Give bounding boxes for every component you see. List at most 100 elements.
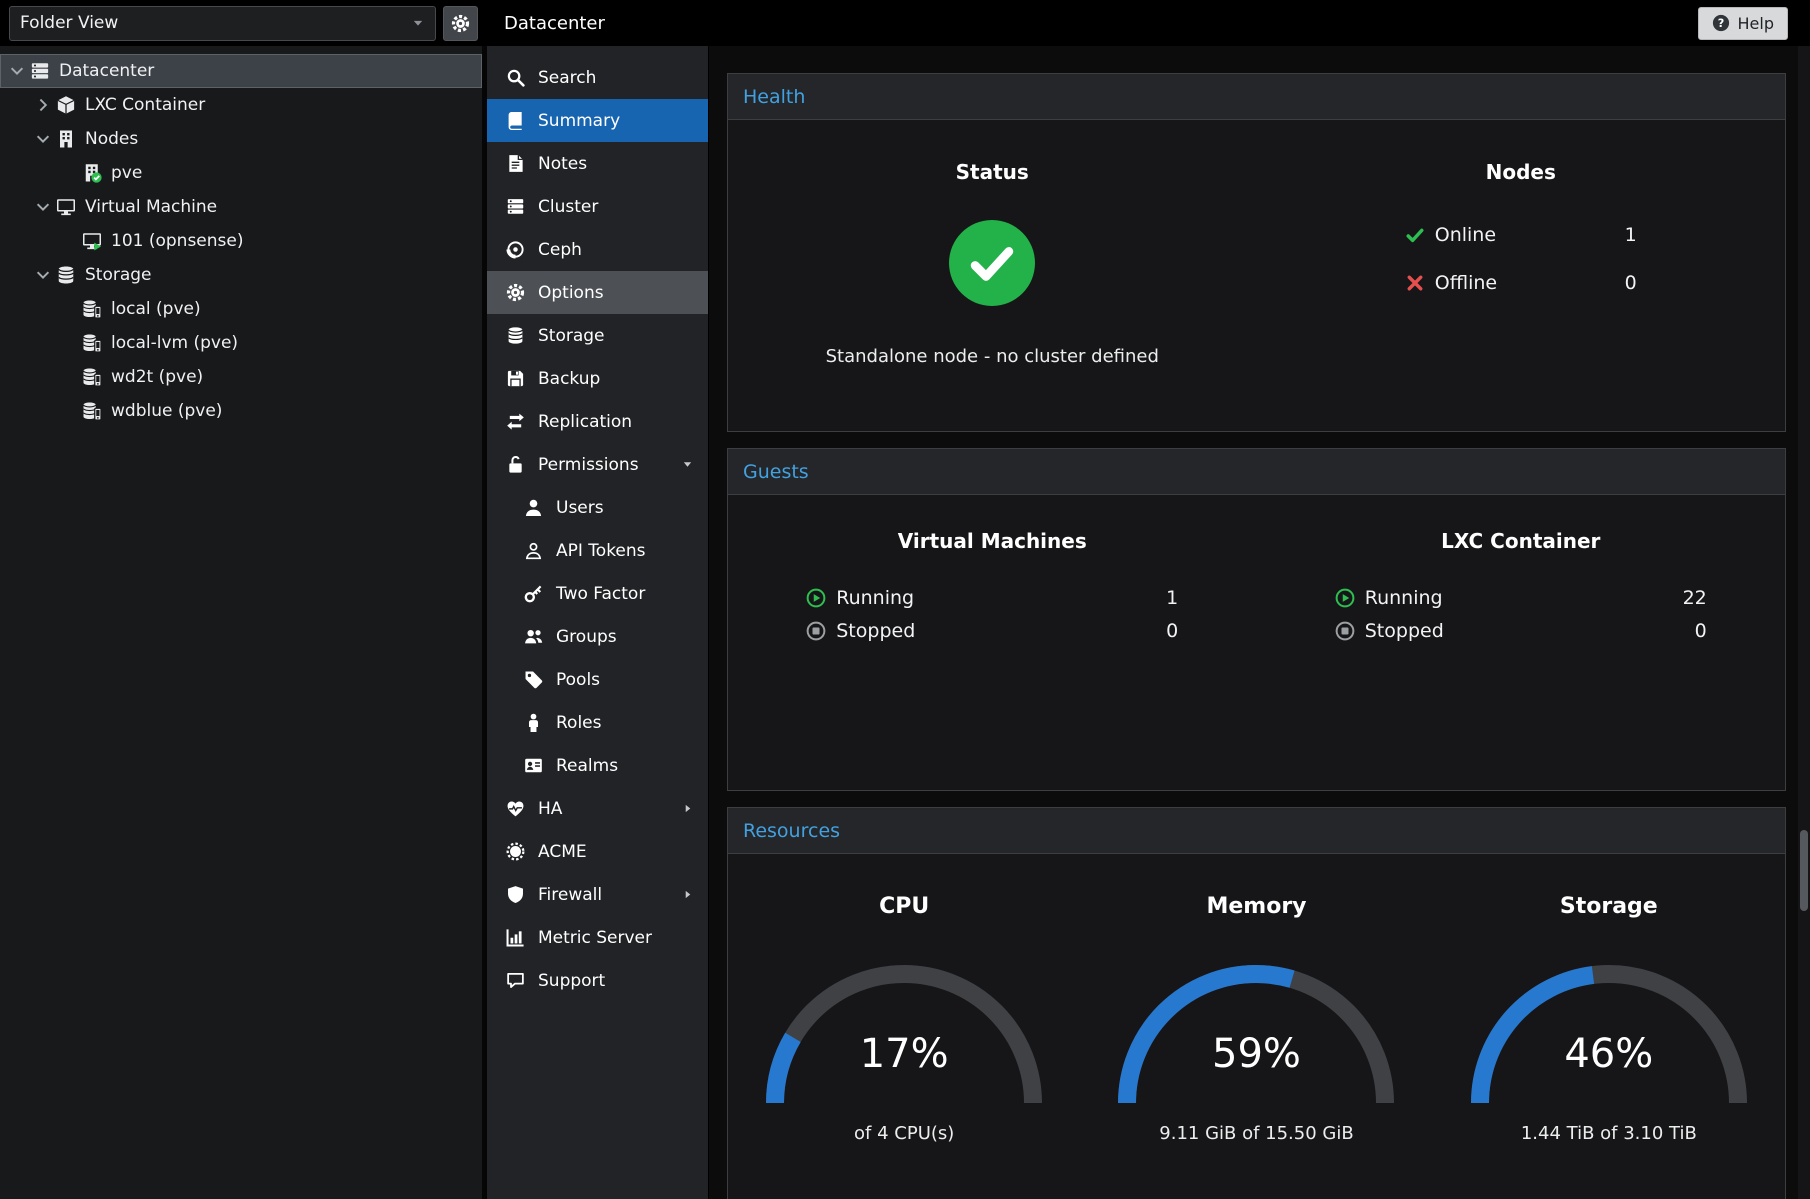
chevron-down-icon[interactable] xyxy=(8,62,26,80)
memory-heading: Memory xyxy=(1080,894,1432,919)
chevron-down-icon[interactable] xyxy=(681,458,694,471)
lxc-stopped-row: Stopped 0 xyxy=(1335,620,1707,642)
menu-item-summary[interactable]: Summary xyxy=(487,99,708,142)
memory-gauge: Memory 59% 9.11 GiB of 15.50 GiB xyxy=(1080,894,1432,1144)
guests-panel: Guests Virtual Machines Running 1 xyxy=(727,448,1786,791)
menu-item-metric-server[interactable]: Metric Server xyxy=(487,916,708,959)
nodes-online-row: Online 1 xyxy=(1405,224,1637,246)
database-icon xyxy=(506,326,525,345)
tree-item-lxc-container[interactable]: LXC Container xyxy=(0,88,482,122)
menu-item-realms[interactable]: Realms xyxy=(487,744,708,787)
tree-item-label: Virtual Machine xyxy=(85,197,217,217)
vm-stopped-label: Stopped xyxy=(836,620,915,642)
menu-item-label: Notes xyxy=(538,154,587,174)
offline-value: 0 xyxy=(1625,272,1637,294)
menu-item-cluster[interactable]: Cluster xyxy=(487,185,708,228)
server-icon xyxy=(30,61,50,81)
expander-spacer xyxy=(60,232,78,250)
menu-item-pools[interactable]: Pools xyxy=(487,658,708,701)
summary-content: Health Status Standalone node - no clust… xyxy=(709,46,1810,1199)
tree-item-local-lvm-pve[interactable]: local-lvm (pve) xyxy=(0,326,482,360)
menu-item-ceph[interactable]: Ceph xyxy=(487,228,708,271)
scrollbar-thumb[interactable] xyxy=(1800,830,1808,911)
menu-item-label: Summary xyxy=(538,111,620,131)
folder-view-select[interactable]: Folder View xyxy=(9,6,436,41)
tree-item-label: local (pve) xyxy=(111,299,201,319)
nodes-rows: Online 1 Offline 0 xyxy=(1405,224,1637,294)
main-row: Datacenter LXC Container Nodes pve Virtual M… xyxy=(0,46,1810,1199)
database-drive-icon xyxy=(82,333,102,353)
lxc-running-label: Running xyxy=(1365,587,1443,609)
nodes-offline-row: Offline 0 xyxy=(1405,272,1637,294)
resources-panel-header: Resources xyxy=(728,808,1785,854)
menu-item-groups[interactable]: Groups xyxy=(487,615,708,658)
menu-item-label: API Tokens xyxy=(556,541,646,561)
online-label: Online xyxy=(1435,224,1496,246)
menu-item-api-tokens[interactable]: API Tokens xyxy=(487,529,708,572)
expander-spacer xyxy=(60,164,78,182)
tree-item-datacenter[interactable]: Datacenter xyxy=(0,54,482,88)
datacenter-menu: Search Summary Notes Cluster Ceph Options Stor… xyxy=(487,46,709,1199)
arrows-icon xyxy=(506,412,525,431)
chevron-right-icon[interactable] xyxy=(681,802,694,815)
tree-item-virtual-machine[interactable]: Virtual Machine xyxy=(0,190,482,224)
chevron-down-icon[interactable] xyxy=(34,266,52,284)
resources-panel: Resources CPU 17% of 4 CPU(s) xyxy=(727,807,1786,1199)
help-button[interactable]: ? Help xyxy=(1698,7,1788,40)
menu-item-acme[interactable]: ACME xyxy=(487,830,708,873)
virtual-machines-column: Virtual Machines Running 1 Stopped 0 xyxy=(728,529,1257,642)
check-icon xyxy=(1405,225,1425,245)
tree-item-wd2t-pve[interactable]: wd2t (pve) xyxy=(0,360,482,394)
note-icon xyxy=(506,154,525,173)
vm-running-value: 1 xyxy=(1166,587,1178,609)
menu-item-two-factor[interactable]: Two Factor xyxy=(487,572,708,615)
vertical-scrollbar[interactable] xyxy=(1798,46,1810,1199)
menu-item-label: Ceph xyxy=(538,240,582,260)
menu-item-label: Storage xyxy=(538,326,605,346)
tree-settings-button[interactable] xyxy=(443,6,478,41)
memory-caption: 9.11 GiB of 15.50 GiB xyxy=(1080,1123,1432,1144)
chevron-right-icon[interactable] xyxy=(34,96,52,114)
cpu-gauge: CPU 17% of 4 CPU(s) xyxy=(728,894,1080,1144)
menu-item-permissions[interactable]: Permissions xyxy=(487,443,708,486)
tree-item-pve[interactable]: pve xyxy=(0,156,482,190)
chevron-down-icon[interactable] xyxy=(34,198,52,216)
tree-item-label: Nodes xyxy=(85,129,138,149)
tree-item-local-pve[interactable]: local (pve) xyxy=(0,292,482,326)
heartbeat-icon xyxy=(506,799,525,818)
book-icon xyxy=(506,111,525,130)
menu-item-users[interactable]: Users xyxy=(487,486,708,529)
tree-item-storage[interactable]: Storage xyxy=(0,258,482,292)
menu-item-storage[interactable]: Storage xyxy=(487,314,708,357)
database-drive-icon xyxy=(82,401,102,421)
tree-item-label: wd2t (pve) xyxy=(111,367,203,387)
health-status-column: Status Standalone node - no cluster defi… xyxy=(728,160,1257,367)
menu-item-notes[interactable]: Notes xyxy=(487,142,708,185)
memory-percent: 59% xyxy=(1106,1031,1406,1077)
storage-percent: 46% xyxy=(1459,1031,1759,1077)
tree-item-nodes[interactable]: Nodes xyxy=(0,122,482,156)
database-icon xyxy=(56,265,76,285)
tree-item-label: wdblue (pve) xyxy=(111,401,222,421)
resources-panel-title: Resources xyxy=(743,820,840,842)
menu-item-options[interactable]: Options xyxy=(487,271,708,314)
expander-spacer xyxy=(60,334,78,352)
chevron-right-icon[interactable] xyxy=(681,888,694,901)
menu-item-support[interactable]: Support xyxy=(487,959,708,1002)
menu-item-replication[interactable]: Replication xyxy=(487,400,708,443)
menu-item-ha[interactable]: HA xyxy=(487,787,708,830)
expander-spacer xyxy=(60,300,78,318)
menu-item-label: Metric Server xyxy=(538,928,652,948)
menu-item-search[interactable]: Search xyxy=(487,56,708,99)
menu-item-roles[interactable]: Roles xyxy=(487,701,708,744)
vm-heading: Virtual Machines xyxy=(728,529,1257,553)
tree-item-label: Datacenter xyxy=(59,61,154,81)
chevron-down-icon[interactable] xyxy=(34,130,52,148)
nodes-heading: Nodes xyxy=(1257,160,1786,184)
cpu-percent: 17% xyxy=(754,1031,1054,1077)
menu-item-firewall[interactable]: Firewall xyxy=(487,873,708,916)
tree-item-label: Storage xyxy=(85,265,152,285)
menu-item-backup[interactable]: Backup xyxy=(487,357,708,400)
tree-item-wdblue-pve[interactable]: wdblue (pve) xyxy=(0,394,482,428)
tree-item-101-opnsense[interactable]: 101 (opnsense) xyxy=(0,224,482,258)
